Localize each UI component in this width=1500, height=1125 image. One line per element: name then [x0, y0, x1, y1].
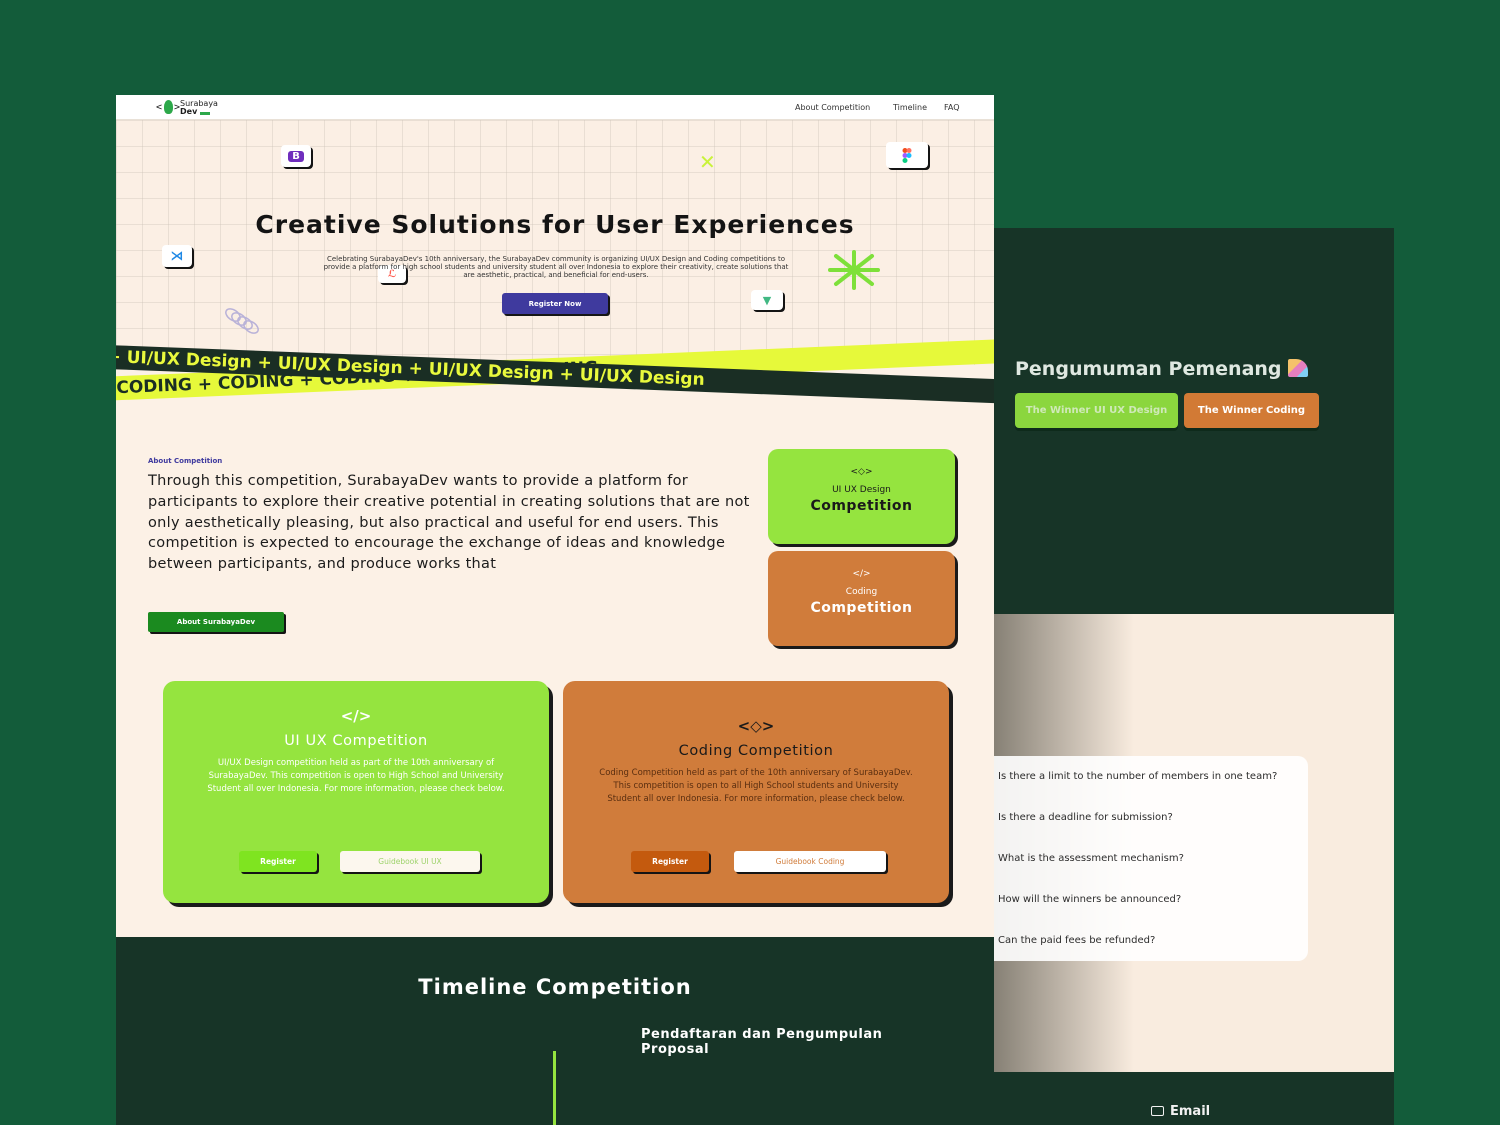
email-label: Email — [1170, 1104, 1211, 1119]
tile-title: Competition — [810, 600, 913, 616]
vscode-icon: ⋊ — [162, 245, 192, 267]
email-link[interactable]: Email — [1151, 1104, 1210, 1119]
timeline-section: Timeline Competition Pendaftaran dan Pen… — [116, 937, 994, 1125]
faq-question[interactable]: What is the assessment mechanism? — [998, 853, 1184, 864]
logo-bracket: < — [156, 102, 163, 113]
uiux-guidebook-button[interactable]: Guidebook UI UX — [340, 851, 480, 872]
faq-list: Is there a limit to the number of member… — [994, 756, 1308, 961]
nav-link-about[interactable]: About Competition — [795, 103, 870, 112]
hero-title: Creative Solutions for User Experiences — [255, 210, 855, 239]
top-navigation: < > Surabaya Dev About Competition Timel… — [116, 95, 994, 120]
timeline-title: Timeline Competition — [418, 975, 692, 999]
about-surabayadev-button[interactable]: About SurabayaDev — [148, 612, 284, 632]
code-icon: </> — [852, 569, 871, 579]
secondary-page-preview: Pengumuman Pemenang The Winner UI UX Des… — [994, 228, 1394, 1125]
tile-title: Competition — [810, 498, 913, 514]
bootstrap-icon: B — [281, 145, 311, 167]
code-icon: </> — [340, 707, 372, 725]
uiux-competition-tile[interactable]: <◇> UI UX Design Competition — [768, 449, 955, 544]
diamond-icon: <◇> — [737, 717, 775, 735]
nav-link-faq[interactable]: FAQ — [944, 103, 960, 112]
logo-text-line2: Dev — [180, 107, 198, 116]
party-popper-icon — [1287, 359, 1308, 377]
winner-heading-text: Pengumuman Pemenang — [1015, 358, 1282, 380]
winner-section: Pengumuman Pemenang The Winner UI UX Des… — [994, 228, 1394, 614]
asterisk-sparkle-icon — [828, 250, 880, 290]
coding-competition-card: <◇> Coding Competition Coding Competitio… — [563, 681, 949, 903]
vue-icon: ▼ — [751, 290, 783, 310]
hero-subtitle: Celebrating SurabayaDev's 10th anniversa… — [323, 255, 789, 279]
card-description: Coding Competition held as part of the 1… — [599, 768, 913, 804]
faq-question[interactable]: Is there a limit to the number of member… — [998, 771, 1277, 782]
uiux-register-button[interactable]: Register — [239, 851, 317, 872]
timeline-line — [553, 1051, 556, 1125]
faq-question[interactable]: Is there a deadline for submission? — [998, 812, 1173, 823]
faq-question[interactable]: Can the paid fees be refunded? — [998, 935, 1155, 946]
diamond-icon: <◇> — [850, 467, 873, 477]
card-title: UI UX Competition — [284, 733, 428, 749]
winner-ui-ux-button[interactable]: The Winner UI UX Design — [1015, 393, 1178, 428]
tile-subtitle: Coding — [845, 587, 878, 597]
x-sparkle-icon: ✕ — [699, 150, 716, 174]
card-description: UI/UX Design competition held as part of… — [207, 758, 505, 794]
leaf-icon — [164, 100, 173, 114]
register-now-button[interactable]: Register Now — [502, 293, 608, 314]
logo-underline — [200, 112, 210, 115]
uiux-competition-card: </> UI UX Competition UI/UX Design compe… — [163, 681, 549, 903]
card-title: Coding Competition — [678, 743, 834, 759]
winner-heading: Pengumuman Pemenang — [1015, 358, 1308, 380]
spring-coil-icon — [225, 308, 259, 334]
coding-competition-tile[interactable]: </> Coding Competition — [768, 551, 955, 646]
nav-link-timeline[interactable]: Timeline — [893, 103, 927, 112]
figma-icon — [886, 142, 928, 168]
tile-subtitle: UI UX Design — [832, 485, 891, 495]
winner-coding-button[interactable]: The Winner Coding — [1184, 393, 1319, 428]
coding-register-button[interactable]: Register — [631, 851, 709, 872]
about-competition-text: Through this competition, SurabayaDev wa… — [148, 473, 750, 573]
main-page-preview: < > Surabaya Dev About Competition Timel… — [116, 95, 994, 1125]
surabayadev-logo[interactable]: < > Surabaya Dev — [156, 99, 236, 117]
timeline-item-registration: Pendaftaran dan Pengumpulan Proposal — [641, 1027, 883, 1057]
faq-question[interactable]: How will the winners be announced? — [998, 894, 1181, 905]
hero-section: B ✕ ⋊ ℒ ▼ Creative Solutions for User Ex… — [116, 120, 994, 365]
mail-icon — [1151, 1106, 1164, 1116]
about-competition-label: About Competition — [148, 457, 223, 465]
coding-guidebook-button[interactable]: Guidebook Coding — [734, 851, 886, 872]
